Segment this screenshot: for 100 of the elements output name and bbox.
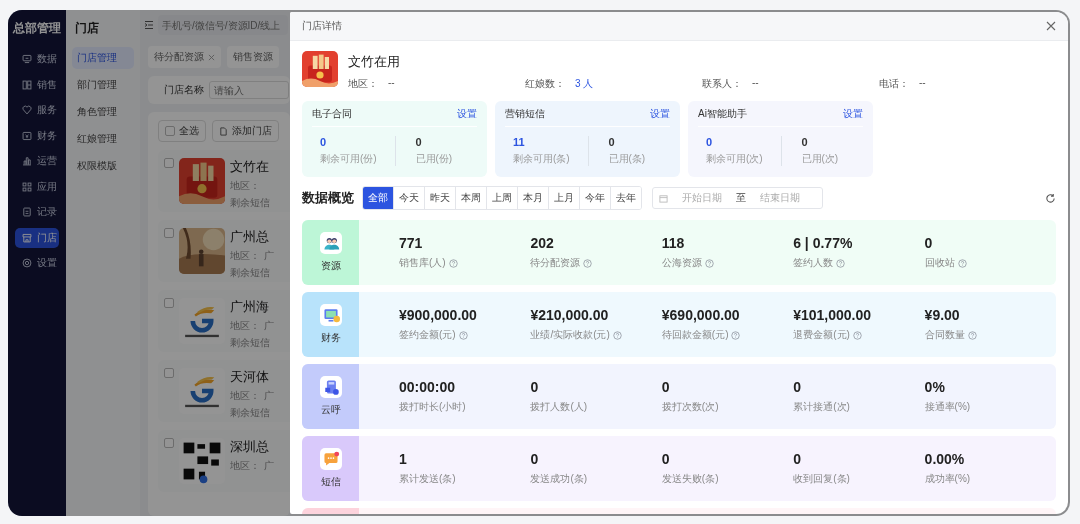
bar-chart-icon <box>22 156 32 166</box>
sidebar-item[interactable]: 数据 <box>15 49 59 69</box>
range-tab[interactable]: 全部 <box>363 187 394 209</box>
sidebar-item[interactable]: 设置 <box>15 253 59 273</box>
metric-value: 0% <box>924 379 946 395</box>
menu-icon[interactable] <box>144 20 154 30</box>
calendar-icon <box>659 193 668 203</box>
metric-label: 签约人数 <box>793 256 834 270</box>
settings-link[interactable]: 设置 <box>457 107 477 121</box>
card-title: 营销短信 <box>505 107 545 121</box>
filter-label: 门店名称 <box>164 83 204 97</box>
field-label: 地区： <box>348 77 378 91</box>
chat-icon <box>319 448 342 470</box>
metric-value: 0 <box>661 451 671 467</box>
stat-value: 0 <box>801 136 809 148</box>
metric-value: 0.00% <box>924 451 966 467</box>
field-value: -- <box>919 77 926 90</box>
subnav-item[interactable]: 红娘管理 <box>72 128 134 150</box>
region-label: 地区： <box>230 389 260 403</box>
field-label: 联系人： <box>702 77 742 91</box>
subnav-item[interactable]: 门店管理 <box>72 47 134 69</box>
checkbox[interactable] <box>164 228 174 238</box>
store-name: 文竹在 <box>230 158 270 176</box>
metric-value: 118 <box>661 235 686 251</box>
metric-label: 拨打人数(人) <box>530 400 588 414</box>
stat-label: 已用(条) <box>608 152 647 166</box>
sidebar-item[interactable]: 财务 <box>15 125 59 146</box>
section-title: 数据概览 <box>302 189 354 207</box>
checkbox[interactable] <box>164 298 174 308</box>
select-all-button[interactable]: 全选 <box>158 120 206 142</box>
settings-icon <box>22 258 32 268</box>
stat-label: 剩余可用(份) <box>320 152 378 166</box>
subnav-item[interactable]: 部门管理 <box>72 74 134 96</box>
subnav-item[interactable]: 角色管理 <box>72 101 134 123</box>
category-label: 资源 <box>320 259 341 273</box>
stat-value: 0 <box>320 136 328 148</box>
monitor-icon <box>22 54 32 64</box>
stat-label: 剩余可用(次) <box>706 152 764 166</box>
metric-value: 6 | 0.77% <box>793 235 854 251</box>
phone-icon <box>319 376 342 398</box>
sidebar-item[interactable]: 服务 <box>15 100 59 120</box>
field-label: 电话： <box>879 77 909 91</box>
tab[interactable]: 销售资源 <box>227 46 279 68</box>
sidebar-item[interactable]: 记录 <box>15 202 59 222</box>
apps-icon <box>22 181 32 192</box>
stat-value: 0 <box>706 136 714 148</box>
heart-icon <box>22 105 32 115</box>
metric-value: 0 <box>661 379 671 395</box>
metric-value: 0 <box>793 379 802 395</box>
stat-label: 已用(份) <box>415 152 454 166</box>
region-label: 地区： <box>230 249 260 263</box>
metric-label: 签约金额(元) <box>399 328 456 342</box>
checkbox[interactable] <box>164 368 174 378</box>
metric-label: 发送失败(条) <box>661 472 719 486</box>
card-title: 电子合同 <box>312 107 352 121</box>
tab[interactable]: 待分配资源 <box>148 46 221 68</box>
card-title: Ai智能助手 <box>698 107 747 121</box>
sidebar-item[interactable]: 应用 <box>15 176 59 197</box>
sidebar-item[interactable]: 门店 <box>15 227 59 248</box>
sidebar-item[interactable]: 销售 <box>15 74 59 95</box>
drawer-title: 门店详情 <box>302 19 342 33</box>
metric-value: ¥101,000.00 <box>793 307 873 323</box>
close-icon[interactable] <box>1046 21 1056 31</box>
store-name: 天河体 <box>230 368 270 386</box>
store-name: 广州海 <box>230 298 270 316</box>
metric-value: 202 <box>530 235 555 251</box>
stat-value: 11 <box>513 136 526 148</box>
document-icon <box>219 126 228 136</box>
metric-value: ¥210,000.00 <box>530 307 610 323</box>
checkbox[interactable] <box>164 158 174 168</box>
people-icon <box>319 232 342 254</box>
metric-label: 累计发送(条) <box>399 472 456 486</box>
category-label: 短信 <box>320 475 341 489</box>
store-name: 深圳总 <box>230 438 270 456</box>
sidebar-item[interactable]: 运营 <box>15 151 59 171</box>
settings-link[interactable]: 设置 <box>843 107 863 121</box>
columns-icon <box>22 79 32 90</box>
stat-value: 0 <box>415 136 423 148</box>
region-label: 地区： <box>230 319 260 333</box>
field-value: -- <box>752 77 759 90</box>
metric-label: 累计接通(次) <box>793 400 850 414</box>
metric-value: 0 <box>530 451 540 467</box>
metric-label: 收到回复(条) <box>793 472 850 486</box>
checkbox[interactable] <box>164 438 174 448</box>
add-store-button[interactable]: 添加门店 <box>212 120 279 142</box>
metric-value: 00:00:00 <box>399 379 457 395</box>
metric-label: 成功率(%) <box>924 472 971 486</box>
metric-label: 拨打次数(次) <box>661 400 719 414</box>
metric-label: 业绩/实际收款(元) <box>530 328 610 342</box>
metric-label: 回收站 <box>924 256 955 270</box>
subnav-item[interactable]: 权限模版 <box>72 155 134 177</box>
refresh-icon[interactable] <box>1045 192 1056 204</box>
region-label: 地区： <box>230 179 260 193</box>
date-range-field[interactable]: 开始日期 至 结束日期 <box>652 187 823 209</box>
input-field[interactable]: 请输入 <box>209 81 289 99</box>
metric-label: 销售库(人) <box>399 256 446 270</box>
metric-value: ¥900,000.00 <box>399 307 478 323</box>
settings-link[interactable]: 设置 <box>650 107 670 121</box>
checkbox[interactable] <box>165 126 175 136</box>
metric-value: 1 <box>399 451 408 467</box>
